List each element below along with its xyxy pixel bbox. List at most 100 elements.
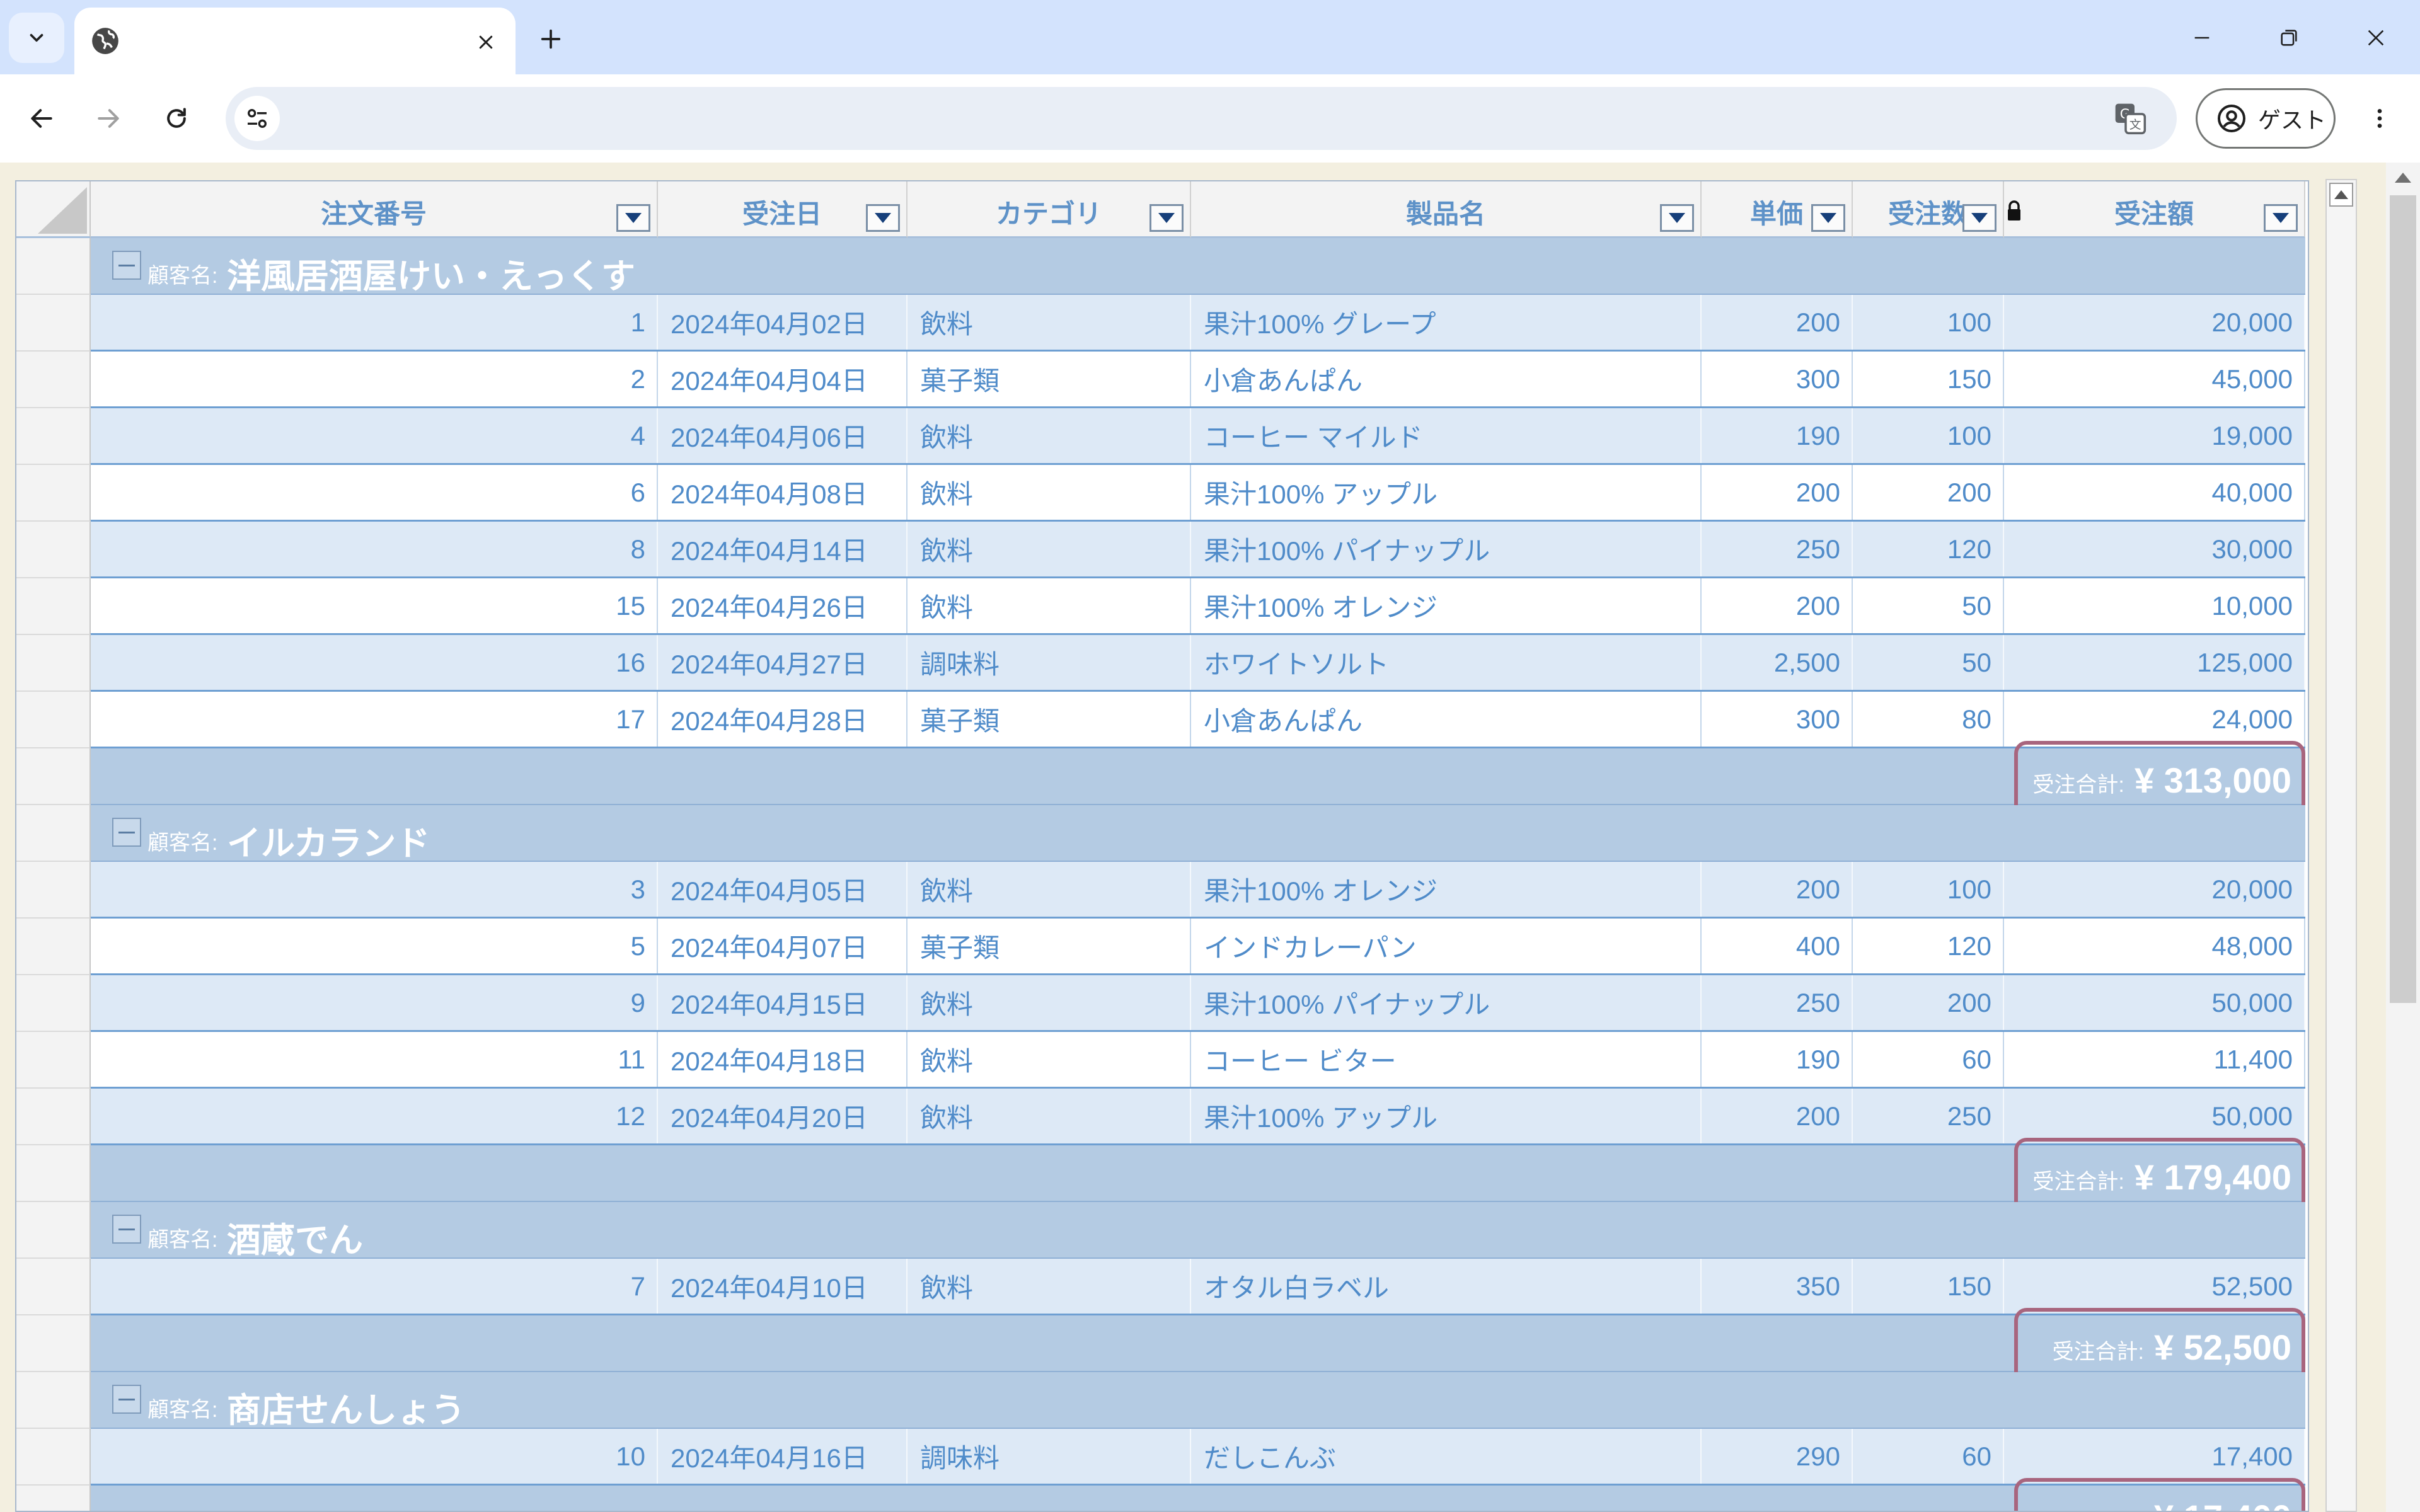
column-header-price[interactable]: 単価 [1702, 181, 1853, 238]
reload-button[interactable] [151, 93, 202, 144]
tab-search-button[interactable] [9, 13, 64, 63]
cell-category[interactable]: 飲料 [908, 862, 1191, 917]
cell-category[interactable]: 飲料 [908, 578, 1191, 633]
cell-product[interactable]: 果汁100% オレンジ [1191, 862, 1702, 917]
cell-date[interactable]: 2024年04月04日 [658, 352, 908, 406]
order-row[interactable]: 3 2024年04月05日 飲料 果汁100% オレンジ 200 100 20,000 [91, 862, 2305, 919]
column-header-date[interactable]: 受注日 [658, 181, 908, 238]
row-header[interactable] [16, 919, 91, 975]
cell-order_no[interactable]: 11 [91, 1032, 658, 1087]
cell-price[interactable]: 350 [1702, 1259, 1853, 1314]
cell-order_no[interactable]: 8 [91, 522, 658, 576]
cell-category[interactable]: 菓子類 [908, 692, 1191, 747]
profile-button[interactable]: ゲスト [2196, 88, 2336, 149]
order-row[interactable]: 4 2024年04月06日 飲料 コーヒー マイルド 190 100 19,000 [91, 408, 2305, 465]
order-row[interactable]: 5 2024年04月07日 菓子類 インドカレーパン 400 120 48,000 [91, 919, 2305, 975]
group-collapse-toggle[interactable] [112, 1215, 141, 1244]
row-header[interactable] [16, 1315, 91, 1372]
cell-order_no[interactable]: 6 [91, 465, 658, 520]
cell-product[interactable]: オタル白ラベル [1191, 1259, 1702, 1314]
filter-dropdown-button[interactable] [616, 204, 650, 232]
order-row[interactable]: 17 2024年04月28日 菓子類 小倉あんぱん 300 80 24,000 [91, 692, 2305, 748]
cell-qty[interactable]: 150 [1853, 1259, 2004, 1314]
grid-vertical-scrollbar[interactable] [2325, 179, 2357, 1512]
order-row[interactable]: 8 2024年04月14日 飲料 果汁100% パイナップル 250 120 30,000 [91, 522, 2305, 578]
row-header[interactable] [16, 352, 91, 408]
cell-category[interactable]: 飲料 [908, 295, 1191, 350]
cell-amount[interactable]: 10,000 [2004, 578, 2305, 633]
cell-amount[interactable]: 52,500 [2004, 1259, 2305, 1314]
row-header[interactable] [16, 295, 91, 352]
row-header[interactable] [16, 578, 91, 635]
cell-qty[interactable]: 60 [1853, 1429, 2004, 1484]
cell-qty[interactable]: 200 [1853, 975, 2004, 1030]
group-collapse-toggle[interactable] [112, 251, 141, 280]
cell-date[interactable]: 2024年04月27日 [658, 635, 908, 690]
cell-date[interactable]: 2024年04月18日 [658, 1032, 908, 1087]
row-header[interactable] [16, 748, 91, 805]
cell-product[interactable]: 果汁100% グレープ [1191, 295, 1702, 350]
scroll-up-arrow-icon[interactable] [2395, 173, 2411, 183]
row-header[interactable] [16, 238, 91, 295]
cell-order_no[interactable]: 9 [91, 975, 658, 1030]
forward-button[interactable] [83, 93, 134, 144]
order-row[interactable]: 9 2024年04月15日 飲料 果汁100% パイナップル 250 200 50,000 [91, 975, 2305, 1032]
scroll-up-button[interactable] [2329, 183, 2353, 207]
order-row[interactable]: 7 2024年04月10日 飲料 オタル白ラベル 350 150 52,500 [91, 1259, 2305, 1315]
cell-qty[interactable]: 50 [1853, 635, 2004, 690]
order-row[interactable]: 11 2024年04月18日 飲料 コーヒー ビター 190 60 11,400 [91, 1032, 2305, 1089]
cell-price[interactable]: 300 [1702, 352, 1853, 406]
cell-qty[interactable]: 50 [1853, 578, 2004, 633]
tab-close-button[interactable] [470, 26, 502, 58]
order-row[interactable]: 16 2024年04月27日 調味料 ホワイトソルト 2,500 50 125,000 [91, 635, 2305, 692]
row-header[interactable] [16, 1032, 91, 1089]
filter-dropdown-button[interactable] [1150, 204, 1184, 232]
cell-date[interactable]: 2024年04月26日 [658, 578, 908, 633]
cell-amount[interactable]: 30,000 [2004, 522, 2305, 576]
group-collapse-toggle[interactable] [112, 818, 141, 847]
cell-order_no[interactable]: 7 [91, 1259, 658, 1314]
cell-date[interactable]: 2024年04月10日 [658, 1259, 908, 1314]
cell-price[interactable]: 250 [1702, 975, 1853, 1030]
row-header[interactable] [16, 1145, 91, 1202]
row-header[interactable] [16, 1486, 91, 1511]
cell-price[interactable]: 2,500 [1702, 635, 1853, 690]
cell-order_no[interactable]: 12 [91, 1089, 658, 1143]
order-row[interactable]: 10 2024年04月16日 調味料 だしこんぶ 290 60 17,400 [91, 1429, 2305, 1486]
cell-date[interactable]: 2024年04月08日 [658, 465, 908, 520]
cell-order_no[interactable]: 15 [91, 578, 658, 633]
row-header[interactable] [16, 1259, 91, 1315]
cell-qty[interactable]: 100 [1853, 408, 2004, 463]
cell-category[interactable]: 調味料 [908, 1429, 1191, 1484]
row-header[interactable] [16, 408, 91, 465]
cell-category[interactable]: 飲料 [908, 465, 1191, 520]
row-header[interactable] [16, 465, 91, 522]
cell-product[interactable]: 小倉あんぱん [1191, 692, 1702, 747]
cell-qty[interactable]: 80 [1853, 692, 2004, 747]
cell-amount[interactable]: 45,000 [2004, 352, 2305, 406]
cell-order_no[interactable]: 16 [91, 635, 658, 690]
cell-amount[interactable]: 24,000 [2004, 692, 2305, 747]
cell-category[interactable]: 飲料 [908, 1259, 1191, 1314]
cell-product[interactable]: 果汁100% オレンジ [1191, 578, 1702, 633]
cell-order_no[interactable]: 3 [91, 862, 658, 917]
cell-category[interactable]: 飲料 [908, 408, 1191, 463]
cell-product[interactable]: ホワイトソルト [1191, 635, 1702, 690]
cell-price[interactable]: 200 [1702, 295, 1853, 350]
row-header[interactable] [16, 862, 91, 919]
cell-product[interactable]: 果汁100% パイナップル [1191, 975, 1702, 1030]
column-header-product[interactable]: 製品名 [1191, 181, 1702, 238]
cell-amount[interactable]: 50,000 [2004, 975, 2305, 1030]
column-header-qty[interactable]: 受注数 [1853, 181, 2020, 238]
cell-product[interactable]: コーヒー ビター [1191, 1032, 1702, 1087]
browser-menu-button[interactable] [2357, 96, 2402, 141]
cell-qty[interactable]: 200 [1853, 465, 2004, 520]
cell-product[interactable]: 小倉あんぱん [1191, 352, 1702, 406]
row-header[interactable] [16, 692, 91, 748]
cell-order_no[interactable]: 10 [91, 1429, 658, 1484]
order-row[interactable]: 15 2024年04月26日 飲料 果汁100% オレンジ 200 50 10,000 [91, 578, 2305, 635]
cell-product[interactable]: インドカレーパン [1191, 919, 1702, 973]
cell-amount[interactable]: 11,400 [2004, 1032, 2305, 1087]
cell-category[interactable]: 菓子類 [908, 352, 1191, 406]
cell-product[interactable]: 果汁100% アップル [1191, 1089, 1702, 1143]
